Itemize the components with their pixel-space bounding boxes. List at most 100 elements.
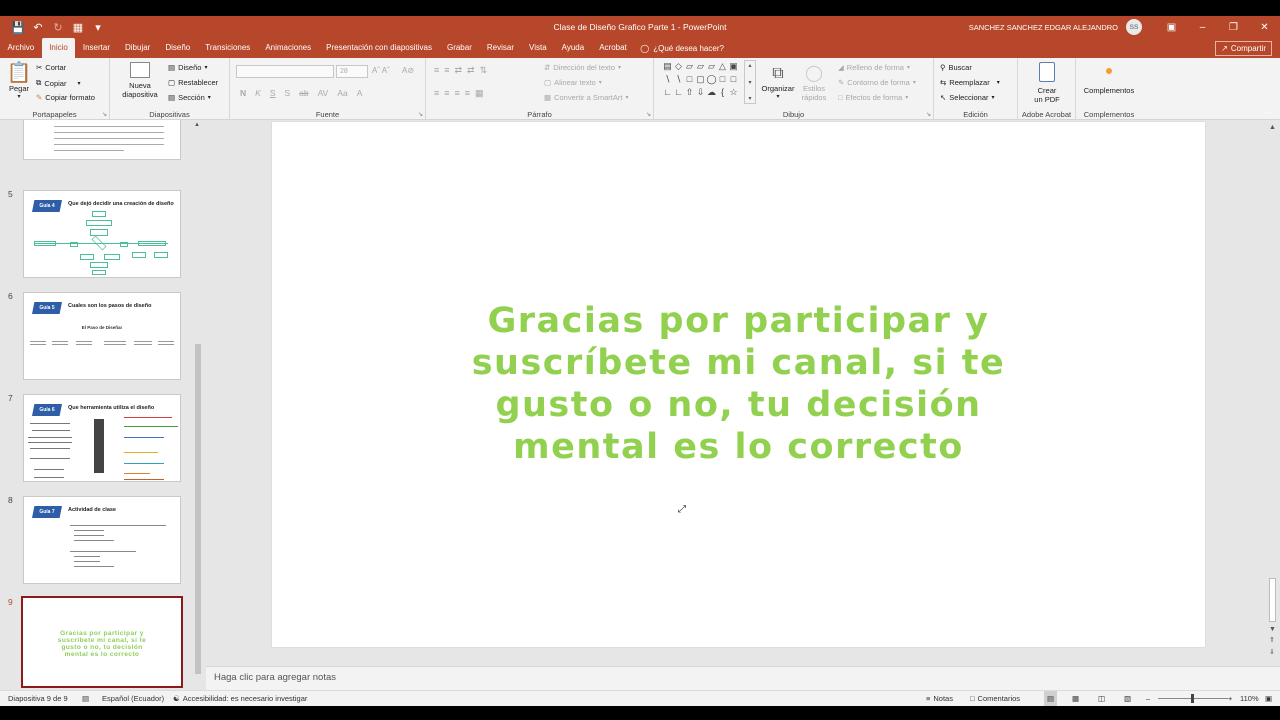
notes-pane[interactable]: Haga clic para agregar notas [206,666,1280,690]
smartart-button[interactable]: ▦ Convertir a SmartArt ▾ [544,93,628,102]
rectangle-shape-icon[interactable]: □ [717,73,728,86]
slideshow-icon[interactable]: ▧ [1124,691,1131,706]
dialog-launcher-icon[interactable]: ↘ [102,111,107,118]
tab-diseno[interactable]: Diseño [158,38,198,58]
layout-button[interactable]: ▤ Diseño ▾ [168,63,207,72]
connector-shape-icon[interactable]: ∟ [673,86,684,99]
slide-thumbnail-8[interactable]: Guía 7 Actividad de clase [23,496,181,584]
dialog-launcher-icon[interactable]: ↘ [926,111,931,118]
tab-vista[interactable]: Vista [522,38,555,58]
spacing-button[interactable]: AV [318,88,329,98]
comments-button[interactable]: □ Comentarios [970,691,1020,706]
create-pdf-button[interactable]: Crear un PDF [1024,62,1070,104]
align-buttons[interactable]: ≡≡≡≡▦ [434,88,489,99]
zoom-slider[interactable] [1158,694,1228,703]
format-painter-button[interactable]: ✎ Copiar formato [36,93,95,102]
undo-icon[interactable]: ↶ [28,16,48,38]
language-status[interactable]: Español (Ecuador) [102,691,164,706]
shape-effects-button[interactable]: □ Efectos de forma ▾ [838,93,908,102]
avatar[interactable]: SS [1126,19,1142,35]
scroll-up-icon[interactable]: ▲ [194,122,200,128]
scroll-down-icon[interactable]: ▼ [1269,626,1276,633]
font-color-button[interactable]: A [357,88,363,98]
normal-view-icon[interactable]: ▤ [1044,691,1058,706]
new-slide-button[interactable]: Nueva diapositiva [116,62,164,99]
arrange-button[interactable]: ⧉ Organizar ▾ [760,64,796,102]
connector-shape-icon[interactable]: ∟ [662,86,673,99]
accessibility-status[interactable]: ☯ Accesibilidad: es necesario investigar [173,691,307,706]
parallelogram-shape-icon[interactable]: ▱ [695,60,706,73]
select-button[interactable]: ↖ Seleccionar ▾ [940,93,995,102]
slide-thumbnail-5[interactable]: Guía 4 Que dejó decidir una creación de … [23,190,181,278]
tab-transiciones[interactable]: Transiciones [198,38,258,58]
line-shape-icon[interactable]: ∖ [673,73,684,86]
reading-view-icon[interactable]: ◫ [1098,691,1105,706]
tell-me-box[interactable]: ◯ ¿Qué desea hacer? [634,38,724,58]
tab-archivo[interactable]: Archivo [0,38,42,58]
parallelogram-shape-icon[interactable]: ▱ [706,60,717,73]
slides-pane-scrollbar[interactable]: ▲ ▼ [193,120,203,704]
zoom-out-icon[interactable]: – [1146,691,1150,706]
arrow-shape-icon[interactable]: ⇧ [684,86,695,99]
scrollbar-thumb[interactable] [1269,578,1276,622]
rounded-rectangle-shape-icon[interactable]: ▢ [695,73,706,86]
font-grow-icon[interactable]: Aˆ Aˇ [372,66,390,75]
tab-acrobat[interactable]: Acrobat [592,38,635,58]
tab-revisar[interactable]: Revisar [479,38,521,58]
zoom-level[interactable]: 110% [1240,691,1259,706]
case-button[interactable]: Aa [337,88,347,98]
shapes-gallery[interactable]: ▤ ◇ ▱ ▱ ▱ △ ▣ ∖ ∖ □ ▢ ◯ □ □ ∟ ∟ ⇧ ⇩ ☁{☆ [662,60,740,104]
find-button[interactable]: ⚲ Buscar [940,63,972,72]
tab-ayuda[interactable]: Ayuda [554,38,592,58]
paste-button[interactable]: 📋 Pegar ▾ [6,62,32,102]
previous-slide-icon[interactable]: ⇑ [1269,636,1275,644]
underline-button[interactable]: S [270,88,276,98]
arrow-shape-icon[interactable]: ⇩ [695,86,706,99]
card-shape-icon[interactable]: ▣ [728,60,739,73]
shape-fill-button[interactable]: ◢ Relleno de forma ▾ [838,63,910,72]
cloud-shape-icon[interactable]: ☁ [706,86,717,99]
font-size-box[interactable]: 28 [336,65,368,78]
tab-presentacion[interactable]: Presentación con diapositivas [319,38,440,58]
cut-button[interactable]: ✂ Cortar [36,63,66,72]
textbox-shape-icon[interactable]: ▤ [662,60,673,73]
current-slide[interactable]: Gracias por participar y suscríbete mi c… [272,122,1205,647]
minimize-icon[interactable]: – [1187,16,1218,38]
slide-thumbnail-6[interactable]: Guía 5 Cuales son los pasos de diseño El… [23,292,181,380]
list-buttons[interactable]: ≡≡⇄⇄⇅ [434,65,492,76]
text-direction-button[interactable]: ⇵ Dirección del texto ▾ [544,63,621,72]
tab-animaciones[interactable]: Animaciones [258,38,319,58]
diamond-shape-icon[interactable]: ◇ [673,60,684,73]
tab-inicio[interactable]: Inicio [41,38,76,58]
addins-button[interactable]: Complementos [1080,64,1138,95]
notes-button[interactable]: ≡ Notas [926,691,953,706]
strikethrough-button[interactable]: ab [299,88,308,98]
close-icon[interactable]: ✕ [1249,16,1280,38]
ribbon-display-icon[interactable]: ▣ [1156,16,1187,38]
user-name[interactable]: SANCHEZ SANCHEZ EDGAR ALEJANDRO [969,23,1118,32]
slide-sorter-icon[interactable]: ▦ [1072,691,1079,706]
collapse-ribbon-icon[interactable]: ⌃ [1263,110,1270,119]
star-shape-icon[interactable]: ☆ [728,86,739,99]
shapes-more-button[interactable]: ▴ ▾ ▾ [744,60,756,104]
line-shape-icon[interactable]: ∖ [662,73,673,86]
scrollbar-thumb[interactable] [195,344,201,674]
align-text-button[interactable]: ▢ Alinear texto ▾ [544,78,602,87]
quick-styles-button[interactable]: ◯ Estilos rápidos [798,64,830,102]
present-icon[interactable]: ▦ [68,16,88,38]
copy-button[interactable]: ⧉ Copiar ▾ [36,78,80,88]
shape-outline-button[interactable]: ✎ Contorno de forma ▾ [838,78,916,87]
scroll-up-icon[interactable]: ▲ [1269,124,1276,131]
italic-button[interactable]: K [255,88,261,98]
customize-icon[interactable]: ▾ [88,16,108,38]
share-button[interactable]: ↗ Compartir [1215,41,1272,56]
brace-shape-icon[interactable]: { [717,86,728,99]
tab-dibujar[interactable]: Dibujar [118,38,158,58]
replace-button[interactable]: ⇆ Reemplazar ▾ [940,78,1000,87]
section-button[interactable]: ▤ Sección ▾ [168,93,211,102]
tab-grabar[interactable]: Grabar [439,38,479,58]
rectangle-shape-icon[interactable]: □ [728,73,739,86]
slide-thumbnail-9[interactable]: Gracias por participar y suscríbete mi c… [21,596,183,688]
shadow-button[interactable]: S [284,88,290,98]
rectangle-shape-icon[interactable]: □ [684,73,695,86]
